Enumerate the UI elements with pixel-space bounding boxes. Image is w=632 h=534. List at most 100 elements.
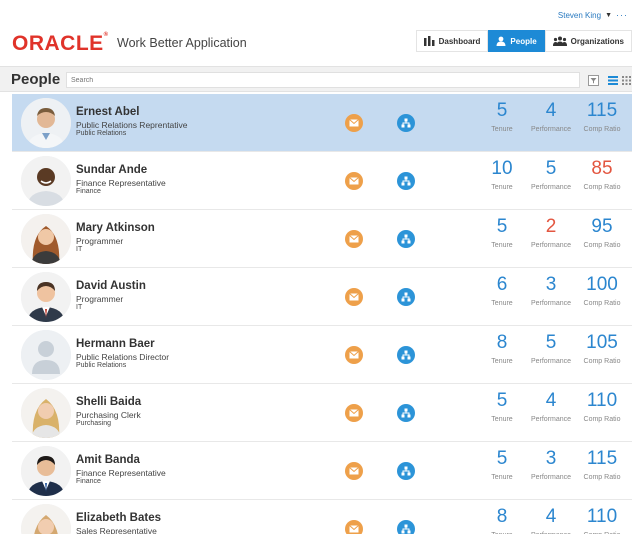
email-icon[interactable] bbox=[345, 520, 363, 534]
comp-ratio-metric: 95 Comp Ratio bbox=[577, 216, 627, 249]
tenure-value: 5 bbox=[496, 390, 508, 411]
email-icon[interactable] bbox=[345, 404, 363, 422]
performance-metric: 5 Performance bbox=[526, 332, 576, 365]
person-name[interactable]: Ernest Abel bbox=[76, 106, 139, 118]
person-name[interactable]: Amit Banda bbox=[76, 454, 140, 466]
filter-icon[interactable] bbox=[586, 73, 600, 87]
org-chart-icon[interactable] bbox=[397, 462, 415, 480]
comp-ratio-value: 95 bbox=[591, 216, 613, 237]
comp-ratio-value: 85 bbox=[591, 158, 613, 179]
tenure-metric: 5 Tenure bbox=[482, 448, 522, 481]
org-chart-icon[interactable] bbox=[397, 346, 415, 364]
person-name[interactable]: Elizabeth Bates bbox=[76, 512, 161, 524]
comp-ratio-value: 115 bbox=[586, 100, 618, 121]
email-icon[interactable] bbox=[345, 230, 363, 248]
search-input[interactable] bbox=[66, 72, 580, 88]
comp-ratio-value: 105 bbox=[586, 332, 618, 353]
user-menu[interactable]: Steven King ▼ ··· bbox=[558, 10, 628, 20]
comp-ratio-value: 115 bbox=[586, 448, 618, 469]
avatar bbox=[21, 272, 71, 322]
person-name[interactable]: Hermann Baer bbox=[76, 338, 155, 350]
person-department: IT bbox=[76, 246, 83, 253]
oracle-logo: ORACLE® bbox=[12, 32, 109, 55]
org-chart-icon[interactable] bbox=[397, 172, 415, 190]
performance-label: Performance bbox=[530, 184, 572, 191]
grid-view-icon[interactable] bbox=[620, 73, 632, 87]
tenure-value: 10 bbox=[491, 158, 513, 179]
tenure-metric: 8Tenure bbox=[482, 332, 522, 365]
comp-ratio-value: 100 bbox=[586, 274, 618, 295]
org-chart-icon[interactable] bbox=[397, 114, 415, 132]
person-title: Public Relations Reprentative bbox=[76, 120, 188, 130]
performance-value: 5 bbox=[545, 158, 557, 179]
performance-value: 4 bbox=[545, 506, 557, 527]
app-header: Steven King ▼ ··· ORACLE® Work Better Ap… bbox=[0, 0, 632, 60]
people-toolbar: People bbox=[0, 66, 632, 92]
email-icon[interactable] bbox=[345, 346, 363, 364]
performance-label: Performance bbox=[530, 474, 572, 481]
performance-metric: 3 Performance bbox=[526, 274, 576, 307]
person-title: Public Relations Director bbox=[76, 352, 170, 362]
org-chart-icon[interactable] bbox=[397, 230, 415, 248]
performance-value: 3 bbox=[545, 448, 557, 469]
comp-ratio-metric: 85 Comp Ratio bbox=[577, 158, 627, 191]
person-row[interactable]: Shelli Baida Purchasing Clerk Purchasing… bbox=[12, 384, 632, 442]
comp-ratio-metric: 105 Comp Ratio bbox=[577, 332, 627, 365]
performance-metric: 3 Performance bbox=[526, 448, 576, 481]
comp-ratio-metric: 110Comp Ratio bbox=[577, 506, 627, 534]
tenure-label: Tenure bbox=[491, 242, 513, 249]
people-list: Ernest Abel Public Relations Reprentativ… bbox=[12, 94, 632, 534]
performance-label: Performance bbox=[530, 126, 572, 133]
person-name[interactable]: Sundar Ande bbox=[76, 164, 147, 176]
avatar bbox=[21, 156, 71, 206]
tenure-metric: 10 Tenure bbox=[482, 158, 522, 191]
more-options-icon[interactable]: ··· bbox=[616, 10, 628, 20]
performance-metric: 2 Performance bbox=[526, 216, 576, 249]
person-title: Sales Representative bbox=[76, 526, 157, 534]
person-row[interactable]: Elizabeth Bates Sales Representative 8Te… bbox=[12, 500, 632, 534]
person-department: IT bbox=[76, 304, 83, 311]
tenure-label: Tenure bbox=[491, 474, 513, 481]
person-name[interactable]: Shelli Baida bbox=[76, 396, 141, 408]
comp-ratio-label: Comp Ratio bbox=[583, 416, 621, 423]
email-icon[interactable] bbox=[345, 288, 363, 306]
org-chart-icon[interactable] bbox=[397, 520, 415, 534]
person-icon bbox=[496, 36, 506, 46]
person-name[interactable]: David Austin bbox=[76, 280, 146, 292]
performance-value: 4 bbox=[545, 100, 557, 121]
email-icon[interactable] bbox=[345, 114, 363, 132]
person-row[interactable]: Sundar Ande Finance Representative Finan… bbox=[12, 152, 632, 210]
email-icon[interactable] bbox=[345, 462, 363, 480]
person-row[interactable]: David Austin Programmer IT 6 Tenure 3 Perf… bbox=[12, 268, 632, 326]
performance-value: 5 bbox=[545, 332, 557, 353]
nav-organizations-label: Organizations bbox=[570, 36, 624, 46]
caret-down-icon[interactable]: ▼ bbox=[605, 12, 612, 19]
comp-ratio-metric: 115 Comp Ratio bbox=[577, 448, 627, 481]
person-row[interactable]: Hermann Baer Public Relations Director P… bbox=[12, 326, 632, 384]
person-row[interactable]: Amit Banda Finance Representative Financ… bbox=[12, 442, 632, 500]
user-name[interactable]: Steven King bbox=[558, 11, 601, 20]
list-view-icon[interactable] bbox=[606, 73, 620, 87]
tenure-metric: 8Tenure bbox=[482, 506, 522, 534]
tenure-label: Tenure bbox=[491, 300, 513, 307]
avatar-placeholder-icon bbox=[21, 330, 71, 380]
performance-label: Performance bbox=[530, 242, 572, 249]
avatar bbox=[21, 98, 71, 148]
person-row[interactable]: Ernest Abel Public Relations Reprentativ… bbox=[12, 94, 632, 152]
tenure-metric: 5 Tenure bbox=[482, 216, 522, 249]
nav-organizations-button[interactable]: Organizations bbox=[544, 30, 632, 52]
person-title: Purchasing Clerk bbox=[76, 410, 141, 420]
email-icon[interactable] bbox=[345, 172, 363, 190]
person-row[interactable]: Mary Atkinson Programmer IT 5 Tenure 2 Per… bbox=[12, 210, 632, 268]
nav-dashboard-button[interactable]: Dashboard bbox=[415, 30, 489, 52]
tenure-value: 5 bbox=[496, 216, 508, 237]
comp-ratio-value: 110 bbox=[586, 390, 618, 411]
comp-ratio-metric: 115 Comp Ratio bbox=[577, 100, 627, 133]
comp-ratio-label: Comp Ratio bbox=[583, 242, 621, 249]
comp-ratio-label: Comp Ratio bbox=[583, 184, 621, 191]
org-chart-icon[interactable] bbox=[397, 288, 415, 306]
org-chart-icon[interactable] bbox=[397, 404, 415, 422]
performance-label: Performance bbox=[530, 416, 572, 423]
person-name[interactable]: Mary Atkinson bbox=[76, 222, 155, 234]
nav-people-button[interactable]: People bbox=[488, 30, 545, 52]
